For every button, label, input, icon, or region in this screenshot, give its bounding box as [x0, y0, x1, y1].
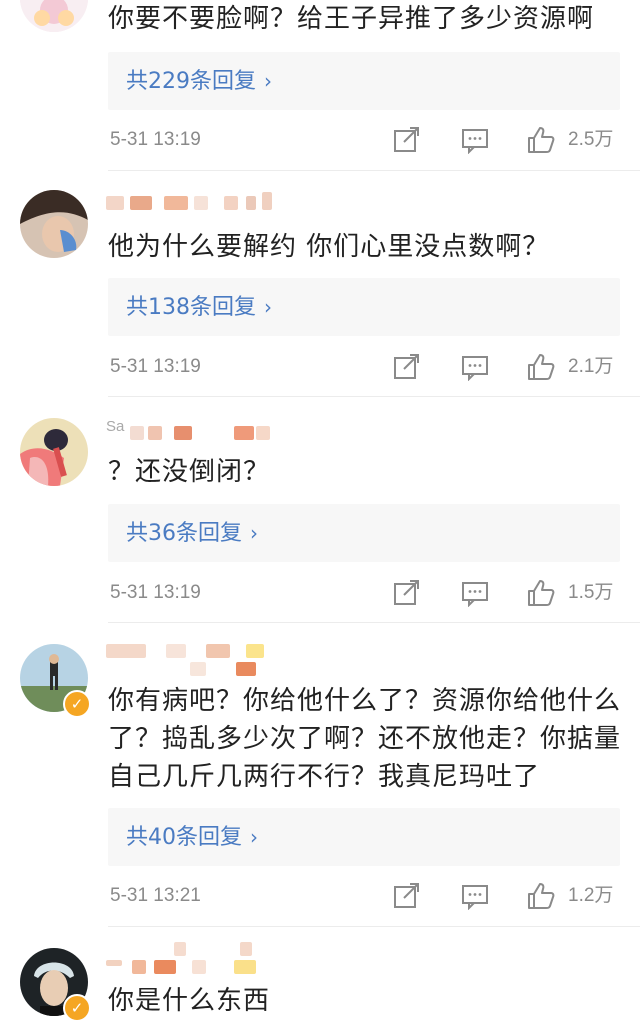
thumbs-up-icon[interactable]: [526, 882, 556, 910]
view-replies-link[interactable]: 共40条回复 ›: [126, 808, 258, 867]
like-count: 1.2万: [568, 885, 614, 906]
comment-icon[interactable]: [460, 126, 490, 155]
replies-box[interactable]: 共229条回复 ›: [108, 52, 620, 110]
verified-badge-icon: ✓: [63, 690, 91, 718]
like-count: 2.5万: [568, 129, 614, 150]
view-replies-link[interactable]: 共229条回复 ›: [126, 52, 272, 111]
comment-text-line: 自己几斤几两行不行？我真尼玛吐了: [108, 762, 541, 792]
replies-box[interactable]: 共36条回复 ›: [108, 504, 620, 562]
chevron-right-icon: ›: [250, 825, 258, 849]
comment-text: 你要不要脸啊？给王子异推了多少资源啊: [108, 4, 595, 34]
username-blurred[interactable]: [106, 942, 286, 974]
replies-box[interactable]: 共40条回复 ›: [108, 808, 620, 866]
comment-text: ？还没倒闭？: [108, 457, 271, 487]
comment-meta: 5-31 13:19 2.5万: [108, 124, 628, 156]
user-avatar[interactable]: [20, 418, 88, 486]
comment-text-line: 了？捣乱多少次了啊？还不放他走？你掂量: [108, 724, 622, 754]
comment-timestamp: 5-31 13:19: [110, 129, 201, 150]
thumbs-up-icon[interactable]: [526, 353, 556, 381]
comment-timestamp: 5-31 13:21: [110, 885, 201, 906]
chevron-right-icon: ›: [250, 521, 258, 545]
divider: [108, 622, 640, 623]
divider: [108, 926, 640, 927]
chevron-right-icon: ›: [264, 69, 272, 93]
chevron-right-icon: ›: [264, 295, 272, 319]
comment-meta: 5-31 13:19 2.1万: [108, 351, 628, 383]
share-icon[interactable]: [392, 579, 422, 607]
share-icon[interactable]: [392, 353, 422, 381]
user-avatar[interactable]: [20, 190, 88, 258]
view-replies-link[interactable]: 共138条回复 ›: [126, 278, 272, 337]
replies-box[interactable]: 共138条回复 ›: [108, 278, 620, 336]
comment-text: 他为什么要解约 你们心里没点数啊？: [108, 232, 550, 262]
divider: [108, 396, 640, 397]
comment-icon[interactable]: [460, 353, 490, 382]
comment-timestamp: 5-31 13:19: [110, 582, 201, 603]
comment-icon[interactable]: [460, 579, 490, 608]
thumbs-up-icon[interactable]: [526, 126, 556, 154]
comment-text: 你有病吧？你给他什么了？资源你给他什么 了？捣乱多少次了啊？还不放他走？你掂量 …: [108, 682, 628, 796]
share-icon[interactable]: [392, 882, 422, 910]
comment-meta: 5-31 13:21 1.2万: [108, 880, 628, 912]
like-count: 1.5万: [568, 582, 614, 603]
verified-badge-icon: ✓: [63, 994, 91, 1022]
comment-timestamp: 5-31 13:19: [110, 356, 201, 377]
comment-meta: 5-31 13:19 1.5万: [108, 577, 628, 609]
comment-text-line: 你有病吧？你给他什么了？资源你给他什么: [108, 686, 622, 716]
user-avatar[interactable]: [20, 0, 88, 32]
like-count: 2.1万: [568, 356, 614, 377]
username-blurred[interactable]: [106, 644, 286, 676]
username-blurred[interactable]: Sa: [106, 418, 286, 452]
divider: [108, 170, 640, 171]
view-replies-link[interactable]: 共36条回复 ›: [126, 504, 258, 563]
comment-text: 你是什么东西: [108, 986, 271, 1016]
comment-icon[interactable]: [460, 882, 490, 911]
comment-list: 你要不要脸啊？给王子异推了多少资源啊 共229条回复 › 5-31 13:19 2…: [0, 0, 640, 1026]
username-blurred[interactable]: [106, 192, 286, 222]
share-icon[interactable]: [392, 126, 422, 154]
thumbs-up-icon[interactable]: [526, 579, 556, 607]
